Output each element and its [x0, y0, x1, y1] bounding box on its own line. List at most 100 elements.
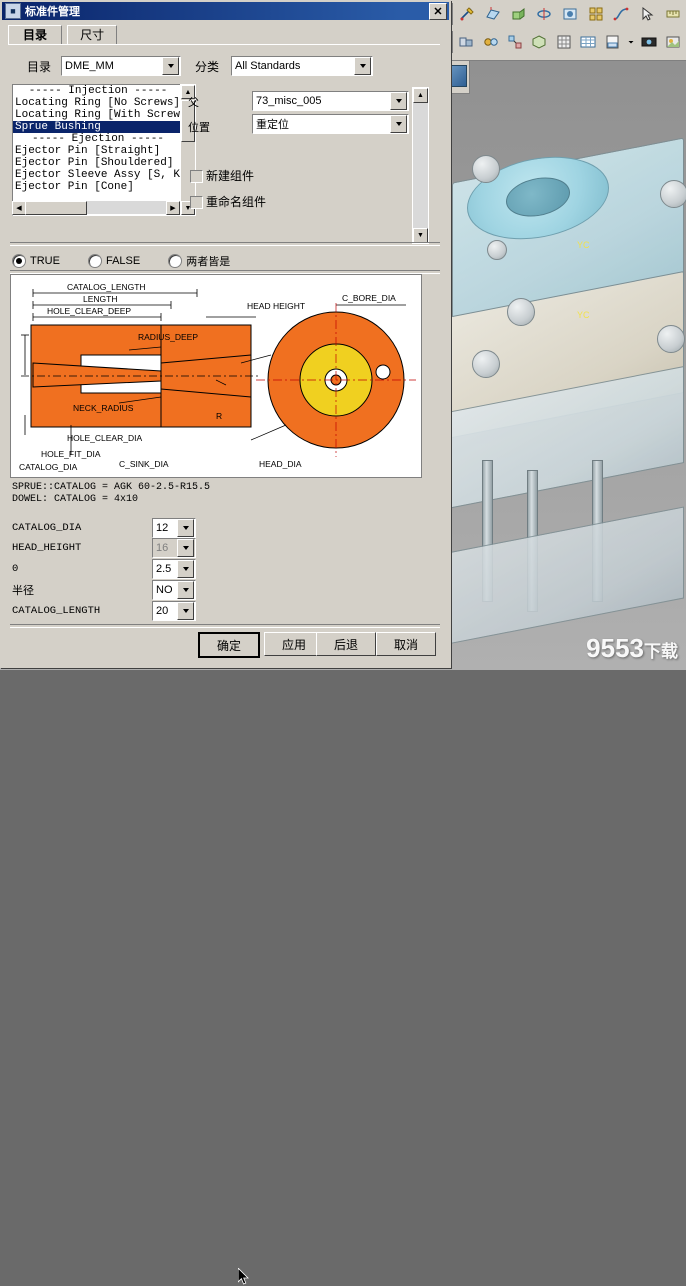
list-item[interactable]: Locating Ring [No Screws]	[13, 97, 181, 109]
mouse-cursor	[238, 1268, 249, 1285]
label-r: R	[216, 411, 222, 421]
view-icon[interactable]	[637, 29, 661, 55]
list-item[interactable]: Locating Ring [With Screws]	[13, 109, 181, 121]
param-combo-catalog-dia[interactable]: 12	[152, 518, 196, 538]
radio-both[interactable]: 两者皆是	[168, 253, 230, 269]
scroll-right-icon[interactable]: ▶	[166, 201, 180, 215]
list-item-selected[interactable]: Sprue Bushing	[13, 121, 181, 133]
position-combo[interactable]: 重定位	[252, 114, 409, 134]
cancel-button[interactable]: 取消	[376, 632, 436, 656]
new-component-label: 新建组件	[206, 169, 255, 183]
rename-component-label: 重命名组件	[206, 195, 267, 209]
mate-icon[interactable]	[478, 29, 503, 55]
label-catalog-length: CATALOG_LENGTH	[67, 282, 146, 292]
dropdown-icon[interactable]	[625, 29, 637, 55]
blend-icon[interactable]	[608, 1, 634, 27]
class-value: All Standards	[235, 60, 301, 72]
array-icon[interactable]	[552, 29, 576, 55]
toolbar-row-1	[446, 0, 686, 28]
scroll-down-icon[interactable]: ▼	[413, 228, 428, 243]
cad-viewport[interactable]: YC YC	[432, 60, 686, 670]
label-head-height: HEAD HEIGHT	[247, 301, 305, 311]
label-hole-clear-deep: HOLE_CLEAR_DEEP	[47, 306, 131, 316]
parent-value: 73_misc_005	[256, 95, 322, 107]
param-combo-head-height: 16	[152, 538, 196, 558]
extrude-icon[interactable]	[506, 1, 531, 27]
class-combo[interactable]: All Standards	[231, 56, 373, 76]
cad-boss-1	[472, 155, 500, 183]
radio-true-icon[interactable]	[12, 254, 26, 268]
scroll-up-icon[interactable]: ▲	[413, 88, 428, 103]
table-icon[interactable]	[576, 29, 600, 55]
site-watermark-text: 9553	[586, 633, 644, 663]
part-type-list[interactable]: ----- Injection ----- Locating Ring [No …	[12, 84, 182, 216]
cad-axis-label-1: YC	[577, 240, 590, 250]
sketch-icon[interactable]	[454, 1, 480, 27]
close-icon[interactable]: ✕	[429, 2, 447, 20]
panel-vertical-scrollbar[interactable]: ▲ ▼	[412, 87, 429, 244]
tab-catalog[interactable]: 目录	[8, 25, 63, 44]
parent-label: 父	[188, 97, 199, 109]
radio-false-icon[interactable]	[87, 254, 102, 268]
render-icon[interactable]	[661, 29, 685, 55]
param-combo-0[interactable]: 2.5	[152, 559, 196, 579]
list-item[interactable]: Ejector Pin [Straight]	[13, 145, 181, 157]
label-hole-fit-dia: HOLE_FIT_DIA	[41, 449, 101, 459]
radio-false[interactable]: FALSE	[87, 254, 140, 268]
chevron-down-icon[interactable]	[390, 92, 407, 110]
radio-both-icon[interactable]	[168, 254, 183, 268]
radio-both-label: 两者皆是	[186, 256, 231, 268]
arrow-select-icon[interactable]	[634, 1, 660, 27]
list-item[interactable]: ----- Ejection -----	[13, 133, 181, 145]
explode-icon[interactable]	[503, 29, 527, 55]
dialog-title: 标准件管理	[25, 6, 80, 18]
param-label-catalog-length: CATALOG_LENGTH	[12, 605, 101, 617]
label-c-sink-dia: C_SINK_DIA	[119, 459, 169, 469]
chevron-down-icon[interactable]	[162, 57, 179, 75]
directory-value: DME_MM	[65, 60, 114, 72]
list-item[interactable]: Ejector Sleeve Assy [S, K]	[13, 169, 181, 181]
label-c-bore-dia: C_BORE_DIA	[342, 293, 396, 303]
cad-boss-5	[657, 325, 685, 353]
radio-true-label: TRUE	[30, 255, 60, 267]
position-label: 位置	[188, 122, 210, 134]
param-combo-catalog-length[interactable]: 20	[152, 601, 196, 621]
dialog-titlebar[interactable]: ■ 标准件管理 ✕	[2, 2, 449, 20]
radio-true[interactable]: TRUE	[12, 254, 60, 268]
chevron-down-icon[interactable]	[390, 115, 407, 133]
param-value-catalog-length: 20	[156, 605, 169, 617]
chevron-down-icon[interactable]	[354, 57, 371, 75]
chevron-down-icon[interactable]	[177, 519, 194, 537]
rename-component-checkbox[interactable]	[190, 196, 203, 209]
chevron-down-icon[interactable]	[177, 560, 194, 578]
measure-icon[interactable]	[660, 1, 685, 27]
list-item[interactable]: Ejector Pin [Shouldered]	[13, 157, 181, 169]
chevron-down-icon[interactable]	[177, 581, 194, 599]
list-item[interactable]: ----- Injection -----	[13, 85, 181, 97]
apply-button[interactable]: 应用	[264, 632, 324, 656]
back-button[interactable]: 后退	[316, 632, 376, 656]
chevron-down-icon[interactable]	[177, 602, 194, 620]
param-row-catalog-dia: CATALOG_DIA 12	[12, 518, 432, 538]
param-combo-radius[interactable]: NO	[152, 580, 196, 600]
revolve-icon[interactable]	[531, 1, 557, 27]
class-label: 分类	[195, 59, 220, 74]
hole-icon[interactable]	[557, 1, 583, 27]
list-item[interactable]: Ejector Pin [Cone]	[13, 181, 181, 193]
new-component-checkbox[interactable]	[190, 170, 203, 183]
cad-axis-label-2: YC	[577, 310, 590, 320]
parent-combo[interactable]: 73_misc_005	[252, 91, 409, 111]
scroll-thumb-h[interactable]	[25, 201, 87, 215]
datum-plane-icon[interactable]	[480, 1, 506, 27]
sheet-icon[interactable]	[600, 29, 625, 55]
param-label-0: 0	[12, 563, 19, 575]
list-horizontal-scrollbar[interactable]: ◀ ▶	[12, 201, 180, 215]
component-icon[interactable]	[527, 29, 552, 55]
assembly-icon[interactable]	[454, 29, 478, 55]
scroll-left-icon[interactable]: ◀	[12, 201, 26, 215]
ok-button[interactable]: 确定	[198, 632, 260, 658]
separator-1	[10, 242, 440, 246]
directory-combo[interactable]: DME_MM	[61, 56, 181, 76]
pattern-icon[interactable]	[583, 1, 608, 27]
tab-dimensions[interactable]: 尺寸	[67, 25, 118, 44]
